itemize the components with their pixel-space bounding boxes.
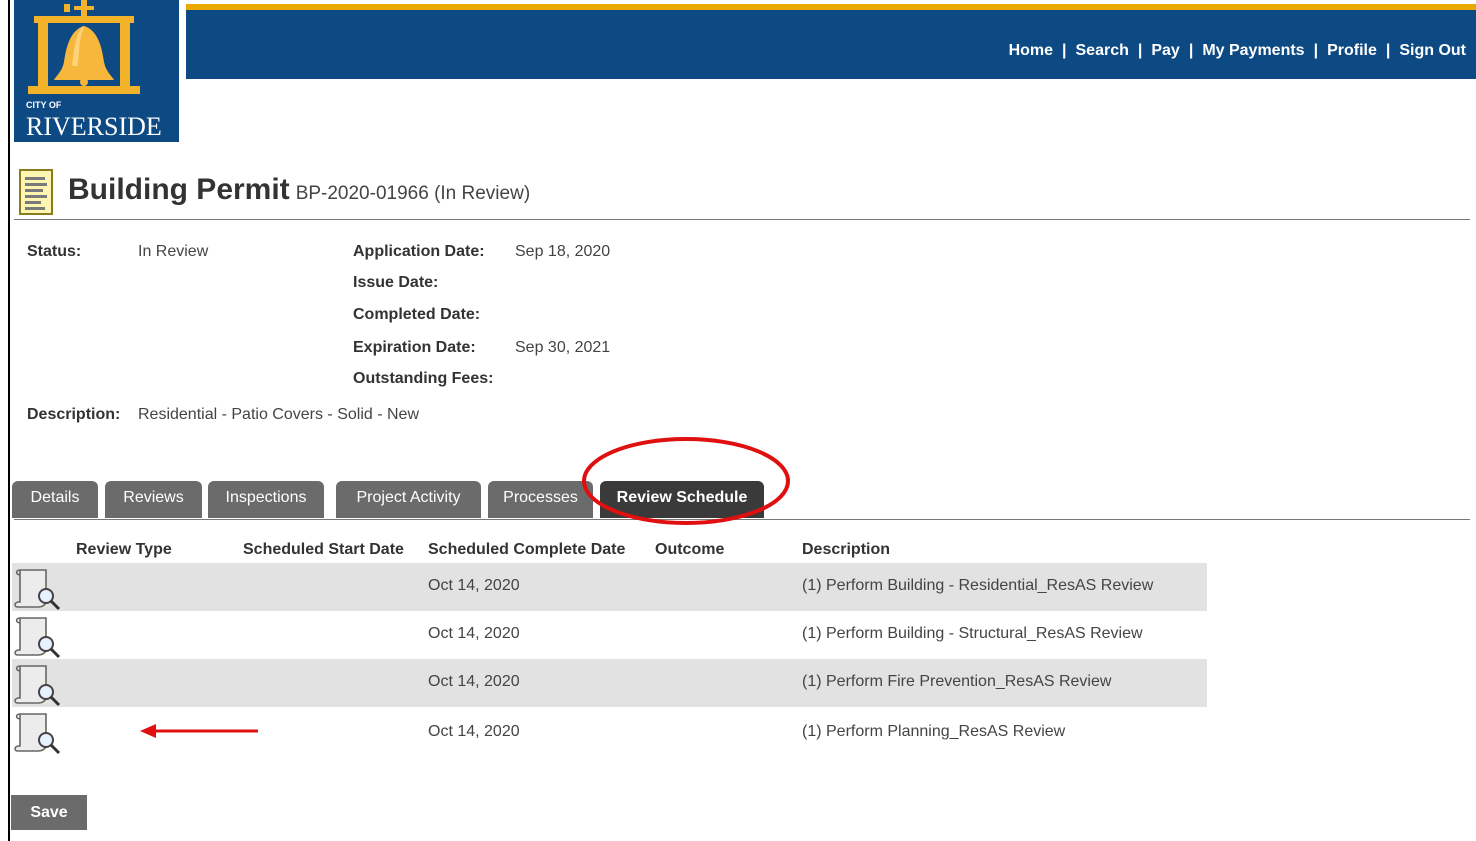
completed-date-label: Completed Date: [353,306,481,323]
logo-city-of: CITY OF [26,100,62,110]
city-logo[interactable]: CITY OF RIVERSIDE [14,0,179,142]
outstanding-fees-label: Outstanding Fees: [353,370,494,387]
nav-pay-link[interactable]: Pay [1151,42,1179,59]
description-value: Residential - Patio Covers - Solid - New [138,406,419,423]
save-button[interactable]: Save [11,795,87,830]
description-cell: (1) Perform Building - Structural_ResAS … [802,625,1143,642]
tab-project-activity[interactable]: Project Activity [336,481,481,518]
table-row: Oct 14, 2020 (1) Perform Fire Prevention… [12,659,1207,707]
nav-separator: | [1188,42,1194,59]
tab-processes[interactable]: Processes [488,481,593,518]
tab-inspections[interactable]: Inspections [208,481,324,518]
view-details-icon[interactable] [12,663,62,707]
page-title-text: Building Permit [68,173,290,206]
table-row: Oct 14, 2020 (1) Perform Building - Stru… [12,611,1207,659]
application-date-value: Sep 18, 2020 [515,243,611,260]
annotation-arrow-icon [140,724,258,738]
header-review-type: Review Type [76,541,172,558]
tab-reviews[interactable]: Reviews [105,481,202,518]
application-date-label: Application Date: [353,243,485,260]
annotation-ellipse [582,437,790,525]
tab-details[interactable]: Details [12,481,98,518]
frame-border [8,0,10,841]
description-cell: (1) Perform Planning_ResAS Review [802,723,1066,740]
description-cell: (1) Perform Fire Prevention_ResAS Review [802,673,1112,690]
nav-sign-out-link[interactable]: Sign Out [1399,42,1466,59]
title-divider [14,219,1470,220]
description-label: Description: [27,406,121,423]
nav-separator: | [1385,42,1391,59]
nav-home-link[interactable]: Home [1009,42,1053,59]
header-description: Description [802,541,891,558]
header-scheduled-complete-date: Scheduled Complete Date [428,541,626,558]
description-cell: (1) Perform Building - Residential_ResAS… [802,577,1154,594]
table-row: Oct 14, 2020 (1) Perform Building - Resi… [12,563,1207,611]
top-nav: Home | Search | Pay | My Payments | Profile | Sign… [1009,42,1466,60]
nav-separator: | [1313,42,1319,59]
document-icon [19,169,53,215]
logo-city-name: RIVERSIDE [26,112,162,141]
complete-date-cell: Oct 14, 2020 [428,577,520,594]
view-details-icon[interactable] [12,711,62,755]
expiration-date-value: Sep 30, 2021 [515,339,611,356]
header-outcome: Outcome [655,541,725,558]
status-value: In Review [138,243,209,260]
expiration-date-label: Expiration Date: [353,339,476,356]
page-subtitle: BP-2020-01966 (In Review) [295,183,531,204]
complete-date-cell: Oct 14, 2020 [428,625,520,642]
view-details-icon[interactable] [12,615,62,659]
bell-icon: CITY OF RIVERSIDE [14,0,179,142]
nav-my-payments-link[interactable]: My Payments [1202,42,1304,59]
view-details-icon[interactable] [12,567,62,611]
complete-date-cell: Oct 14, 2020 [428,673,520,690]
nav-search-link[interactable]: Search [1076,42,1129,59]
status-label: Status: [27,243,82,260]
nav-separator: | [1062,42,1067,59]
issue-date-label: Issue Date: [353,274,439,291]
nav-profile-link[interactable]: Profile [1327,42,1377,59]
complete-date-cell: Oct 14, 2020 [428,723,520,740]
header-bar: Home | Search | Pay | My Payments | Profile | Sign… [186,4,1476,79]
nav-separator: | [1137,42,1143,59]
header-scheduled-start-date: Scheduled Start Date [243,541,404,558]
page-title: Building Permit BP-2020-01966 (In Review) [68,173,530,207]
